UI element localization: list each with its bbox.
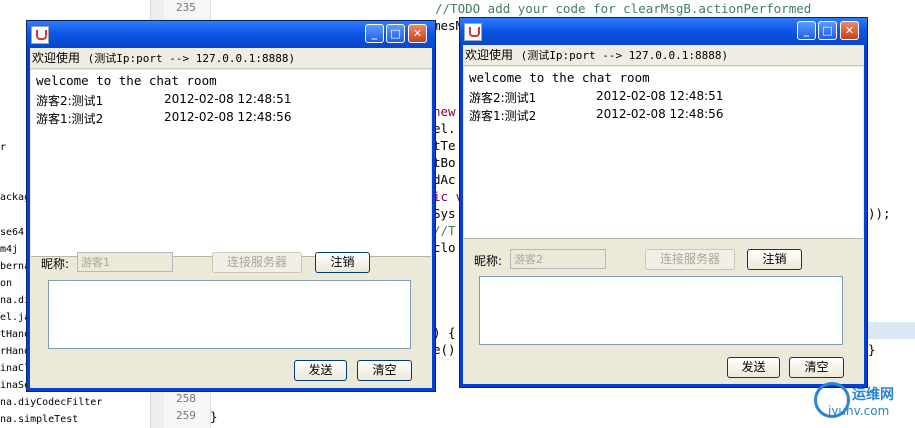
- code-line: }: [210, 409, 218, 424]
- code-line: tTe: [433, 138, 456, 153]
- welcome-message: welcome to the chat room: [36, 73, 217, 88]
- chat-message: 游客1:测试2 2012-02-08 12:48:56: [464, 107, 863, 125]
- maximize-icon[interactable]: □: [818, 21, 837, 40]
- java-icon: [464, 23, 482, 41]
- package-item[interactable]: na.simpleTest: [0, 414, 78, 425]
- client-area: welcome to the chat room 游客2:测试1 2012-02…: [463, 66, 864, 384]
- connect-button[interactable]: 连接服务器: [645, 249, 735, 270]
- code-line: tBo: [433, 155, 456, 170]
- connect-button[interactable]: 连接服务器: [212, 252, 302, 273]
- title-bar[interactable]: _ □ ✕: [27, 21, 435, 48]
- chat-window-2: _ □ ✕ 欢迎使用 (测试Ip:port --> 127.0.0.1:8888…: [459, 17, 868, 388]
- code-line: clo: [433, 240, 456, 255]
- menu-bar: 欢迎使用 (测试Ip:port --> 127.0.0.1:8888): [30, 48, 432, 69]
- watermark: 运维网 iyunv.com: [808, 378, 915, 428]
- code-line: e(): [433, 342, 456, 357]
- nickname-label: 昵称:: [474, 254, 503, 268]
- code-line: ) {: [433, 325, 456, 340]
- line-number: 258: [176, 392, 196, 405]
- message-input[interactable]: [479, 276, 843, 345]
- message-sender: 游客1:测试2: [469, 109, 537, 123]
- chat-message: 游客2:测试1 2012-02-08 12:48:51: [464, 89, 863, 107]
- server-info: (测试Ip:port --> 127.0.0.1:8888): [87, 52, 296, 65]
- message-sender: 游客1:测试2: [36, 112, 104, 126]
- code-line: new: [433, 104, 456, 119]
- maximize-icon[interactable]: □: [386, 24, 405, 43]
- client-area: welcome to the chat room 游客2:测试1 2012-02…: [30, 69, 432, 388]
- current-line-highlight: [864, 322, 915, 339]
- message-time: 2012-02-08 12:48:56: [596, 107, 724, 121]
- close-icon[interactable]: ✕: [840, 21, 859, 40]
- message-time: 2012-02-08 12:48:51: [164, 92, 292, 106]
- code-line: el.: [433, 121, 456, 136]
- logout-button[interactable]: 注销: [315, 252, 370, 273]
- clear-button[interactable]: 清空: [357, 360, 412, 381]
- menu-welcome[interactable]: 欢迎使用: [32, 51, 80, 65]
- nickname-input[interactable]: 游客1: [77, 252, 173, 272]
- minimize-icon[interactable]: _: [797, 21, 816, 40]
- message-sender: 游客2:测试1: [36, 94, 104, 108]
- send-button[interactable]: 发送: [294, 360, 347, 381]
- watermark-url: iyunv.com: [828, 404, 890, 418]
- chat-display[interactable]: welcome to the chat room 游客2:测试1 2012-02…: [464, 67, 863, 239]
- code-line: }: [868, 342, 876, 357]
- minimize-icon[interactable]: _: [365, 24, 384, 43]
- nickname-label: 昵称:: [41, 257, 70, 271]
- package-item[interactable]: m4j: [0, 244, 18, 255]
- server-info: (测试Ip:port --> 127.0.0.1:8888): [520, 49, 729, 62]
- code-line: //T: [433, 223, 456, 238]
- menu-welcome[interactable]: 欢迎使用: [465, 48, 513, 62]
- package-item[interactable]: r: [0, 142, 6, 153]
- send-button[interactable]: 发送: [727, 357, 780, 378]
- code-line: dAc: [433, 172, 456, 187]
- line-number: 235: [176, 1, 196, 14]
- chat-message: 游客2:测试1 2012-02-08 12:48:51: [31, 92, 431, 110]
- chat-display[interactable]: welcome to the chat room 游客2:测试1 2012-02…: [31, 70, 431, 257]
- message-sender: 游客2:测试1: [469, 91, 537, 105]
- message-time: 2012-02-08 12:48:56: [164, 110, 292, 124]
- message-input[interactable]: [48, 280, 411, 349]
- package-item[interactable]: se64: [0, 227, 24, 238]
- code-line: Sys: [433, 206, 456, 221]
- line-number: 259: [176, 409, 196, 422]
- close-icon[interactable]: ✕: [408, 24, 427, 43]
- java-icon: [31, 26, 49, 44]
- menu-bar: 欢迎使用 (测试Ip:port --> 127.0.0.1:8888): [463, 45, 864, 66]
- logout-button[interactable]: 注销: [747, 249, 802, 270]
- chat-window-1: _ □ ✕ 欢迎使用 (测试Ip:port --> 127.0.0.1:8888…: [26, 20, 436, 392]
- package-item[interactable]: on: [0, 278, 12, 289]
- package-item[interactable]: na.diyCodecFilter: [0, 397, 102, 408]
- chat-message: 游客1:测试2 2012-02-08 12:48:56: [31, 110, 431, 128]
- welcome-message: welcome to the chat room: [469, 70, 650, 85]
- code-line: //TODO add your code for clearMsgB.actio…: [435, 1, 812, 16]
- watermark-brand: 运维网: [852, 387, 894, 403]
- nickname-input[interactable]: 游客2: [510, 249, 606, 269]
- message-time: 2012-02-08 12:48:51: [596, 89, 724, 103]
- clear-button[interactable]: 清空: [789, 357, 844, 378]
- title-bar[interactable]: _ □ ✕: [460, 18, 867, 45]
- code-line: ));: [868, 206, 891, 221]
